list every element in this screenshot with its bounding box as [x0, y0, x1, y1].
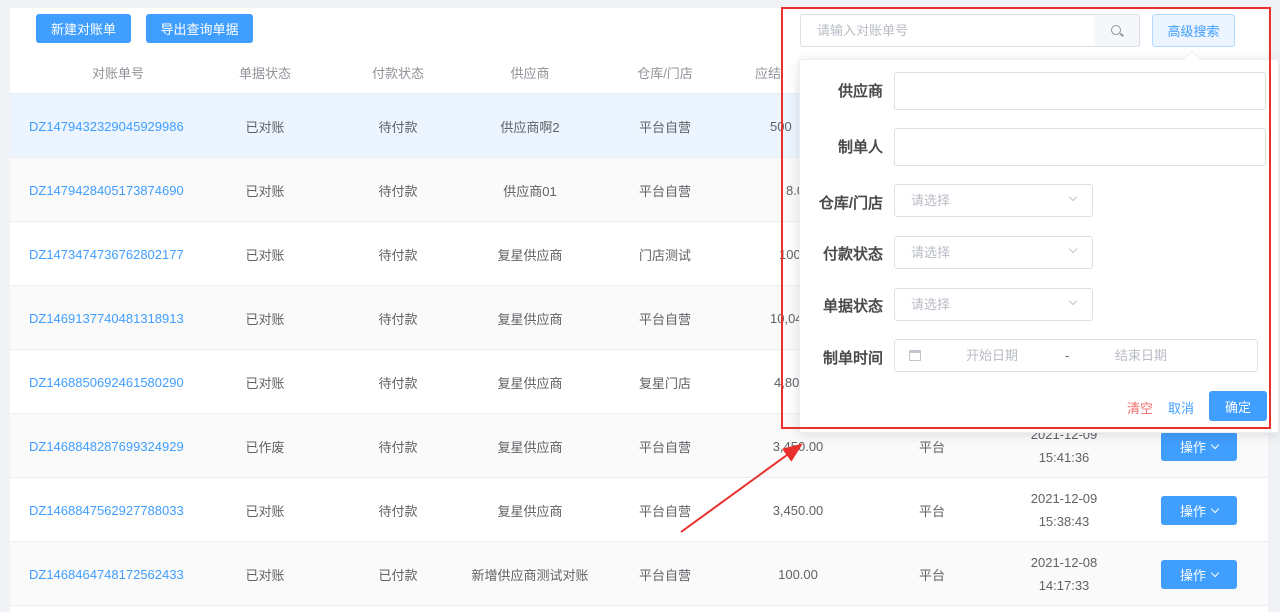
annotation-arrow — [680, 443, 803, 533]
